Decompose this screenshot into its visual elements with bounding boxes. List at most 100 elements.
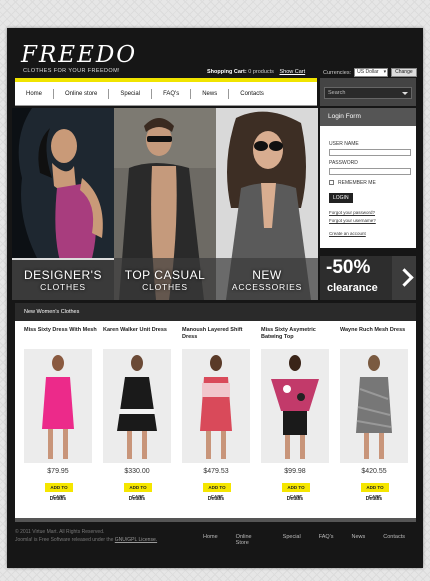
remember-label: REMEMBER ME [338,180,376,186]
shopping-cart: Shopping Cart: 0 products Show Cart [207,69,305,75]
products-section: New Women's Clothes Miss Sixty Dress Wit… [15,303,416,518]
cart-count: 0 products [248,69,274,75]
product-card: Karen Walker Unit Dress $330.00 ADD TO C… [94,321,174,518]
nav-news[interactable]: News [191,88,230,99]
products-heading: New Women's Clothes [15,303,416,321]
product-image[interactable] [340,349,408,463]
search-input[interactable]: Search [324,87,412,99]
product-card: Wayne Ruch Mesh Dress $420.55 ADD TO CAR… [331,321,411,518]
product-price: $420.55 [361,468,387,475]
product-photo [24,349,92,463]
footer-nav-home[interactable]: Home [203,534,218,546]
banner-designers-clothes[interactable]: DESIGNER'S CLOTHES [12,108,114,300]
create-account-link[interactable]: Create an account [329,231,366,236]
nav-online-store[interactable]: Online store [54,88,110,99]
details-link[interactable]: Details [24,496,92,502]
product-card: Manoush Layered Shift Dress $479.53 ADD … [173,321,253,518]
product-price: $79.95 [47,468,69,475]
nav-faqs[interactable]: FAQ's [152,88,192,99]
product-name[interactable]: Wayne Ruch Mesh Dress [340,327,415,334]
login-title: Login Form [320,108,416,126]
product-photo [182,349,250,463]
nav-home[interactable]: Home [15,88,55,99]
forgot-username-link[interactable]: Forgot your username? [329,218,376,223]
add-to-cart-button[interactable]: ADD TO CART [282,483,310,499]
chevron-right-icon[interactable] [392,256,416,300]
clearance-promo[interactable]: -50% clearance [320,256,416,300]
username-label: USER NAME [329,141,359,147]
promo-percent: -50% [326,257,371,278]
username-field[interactable] [329,149,411,156]
login-form: Login Form USER NAME PASSWORD REMEMBER M… [320,108,416,248]
product-photo [103,349,171,463]
footer-nav-special[interactable]: Special [283,534,301,546]
product-photo [261,349,329,463]
password-field[interactable] [329,168,411,175]
main-nav: Home Online store Special FAQ's News Con… [15,82,317,106]
add-to-cart-button[interactable]: ADD TO CART [361,483,389,499]
nav-contacts[interactable]: Contacts [229,89,275,99]
cart-label: Shopping Cart: [207,69,247,75]
license-link[interactable]: GNU/GPL License. [115,537,157,543]
banner-subtitle: CLOTHES [142,282,188,292]
nav-special[interactable]: Special [109,88,153,99]
footer-nav-online-store[interactable]: Online Store [236,534,265,546]
product-card: Miss Sixty Dress With Mesh $79.95 ADD TO… [15,321,97,518]
hero-banners: DESIGNER'S CLOTHES TOP CASUAL CLOTHES NE… [12,108,318,300]
promo-text: clearance [327,282,378,294]
search-box: Search [320,78,416,106]
product-name[interactable]: Miss Sixty Asymetric Batwing Top [261,327,336,341]
banner-title: DESIGNER'S [24,268,102,282]
site-tagline: CLOTHES FOR YOUR FREEDOM! [23,68,120,74]
banner-divider [12,258,114,260]
login-button[interactable]: LOGIN [329,193,353,203]
footer-divider [15,518,416,522]
footer-nav: Home Online Store Special FAQ's News Con… [203,534,423,546]
product-image[interactable] [182,349,250,463]
footer-nav-faqs[interactable]: FAQ's [319,534,334,546]
product-name[interactable]: Manoush Layered Shift Dress [182,327,257,341]
add-to-cart-button[interactable]: ADD TO CART [203,483,231,499]
banner-caption: NEW ACCESSORIES [216,268,318,292]
product-image[interactable] [103,349,171,463]
product-photo [340,349,408,463]
banner-caption: TOP CASUAL CLOTHES [114,268,216,292]
banner-top-casual-clothes[interactable]: TOP CASUAL CLOTHES [114,108,216,300]
product-price: $479.53 [203,468,229,475]
currencies-label: Currencies: [323,69,352,76]
details-link[interactable]: Details [340,496,408,502]
product-image[interactable] [261,349,329,463]
footer-text: © 2011 Virtue Mart. All Rights Reserved.… [15,528,157,544]
banner-new-accessories[interactable]: NEW ACCESSORIES [216,108,318,300]
show-cart-link[interactable]: Show Cart [279,69,305,75]
details-link[interactable]: Details [103,496,171,502]
page-container: FREEDO CLOTHES FOR YOUR FREEDOM! Shoppin… [7,28,423,568]
site-logo[interactable]: FREEDO [21,42,137,68]
banner-title: NEW [252,268,282,282]
banner-caption: DESIGNER'S CLOTHES [12,268,114,292]
password-label: PASSWORD [329,160,358,166]
details-link[interactable]: Details [261,496,329,502]
copyright-text: © 2011 Virtue Mart. All Rights Reserved. [15,529,105,535]
change-currency-button[interactable]: Change [391,68,417,77]
footer-nav-contacts[interactable]: Contacts [383,534,405,546]
remember-checkbox[interactable] [329,180,334,185]
add-to-cart-button[interactable]: ADD TO CART [45,483,73,499]
footer-nav-news[interactable]: News [352,534,366,546]
forgot-password-link[interactable]: Forgot your password? [329,210,375,215]
license-prefix: Joomla! is Free Software released under … [15,537,114,543]
currency-switcher: Currencies: US Dollar Change [323,68,417,77]
currency-select[interactable]: US Dollar [354,68,389,77]
product-price: $330.00 [124,468,150,475]
product-image[interactable] [24,349,92,463]
license-text: Joomla! is Free Software released under … [15,536,157,544]
banner-subtitle: ACCESSORIES [231,282,303,292]
banner-title: TOP CASUAL [124,268,206,282]
add-to-cart-button[interactable]: ADD TO CART [124,483,152,499]
product-card: Miss Sixty Asymetric Batwing Top $99.98 … [252,321,332,518]
product-price: $99.98 [284,468,306,475]
details-link[interactable]: Details [182,496,250,502]
product-name[interactable]: Karen Walker Unit Dress [103,327,178,334]
product-name[interactable]: Miss Sixty Dress With Mesh [24,327,99,334]
banner-subtitle: CLOTHES [40,282,86,292]
